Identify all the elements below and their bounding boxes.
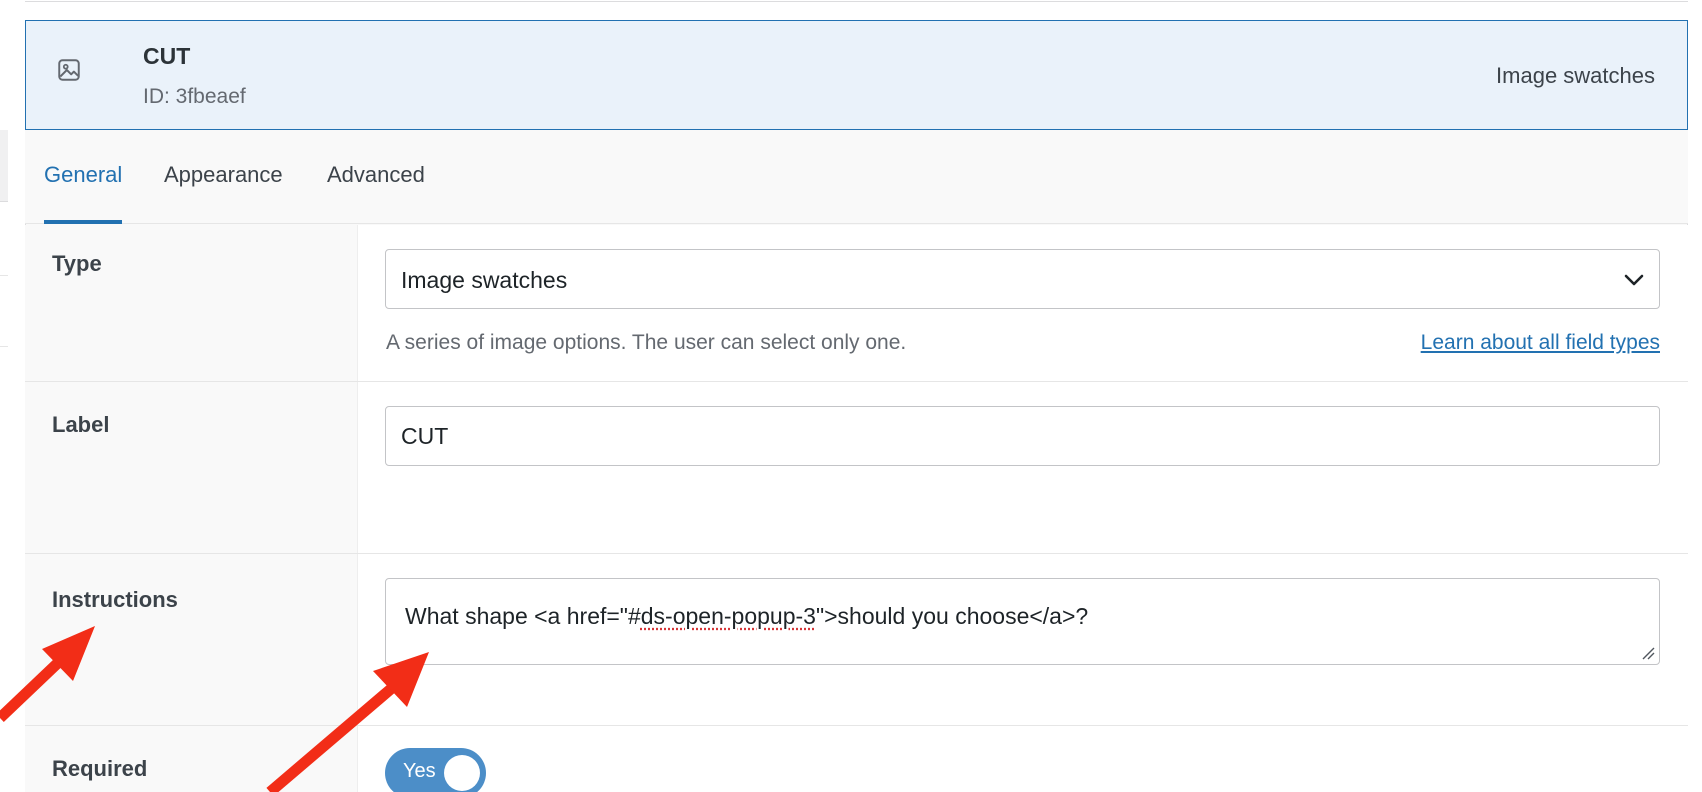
- field-type-select-value: Image swatches: [401, 267, 568, 293]
- required-row-label-cell: Required: [25, 726, 358, 792]
- instructions-textarea[interactable]: What shape <a href="#ds-open-popup-3">sh…: [385, 578, 1660, 665]
- type-row: Type Image swatches A series of image op…: [25, 225, 1688, 382]
- learn-field-types-link[interactable]: Learn about all field types: [1421, 331, 1660, 355]
- field-type-label: Image swatches: [1496, 63, 1655, 88]
- tab-general[interactable]: General: [44, 162, 123, 224]
- instructions-row: Instructions What shape <a href="#ds-ope…: [25, 554, 1688, 726]
- field-header[interactable]: CUT ID: 3fbeaef Image swatches: [25, 20, 1688, 130]
- resize-handle-icon[interactable]: [1641, 646, 1655, 660]
- type-row-body: Image swatches A series of image options…: [358, 225, 1688, 381]
- required-toggle[interactable]: Yes: [385, 748, 486, 792]
- required-row: Required Yes: [25, 726, 1688, 792]
- label-row-label-cell: Label: [25, 382, 358, 553]
- instructions-text-end: ">should you choose</a>?: [815, 603, 1089, 629]
- tab-advanced[interactable]: Advanced: [327, 162, 425, 224]
- admin-edge-strip: [0, 130, 8, 202]
- field-settings-screen: CUT ID: 3fbeaef Image swatches General A…: [0, 0, 1702, 792]
- field-type-help: A series of image options. The user can …: [386, 331, 907, 354]
- admin-edge-strip: [0, 275, 8, 347]
- instructions-text: What shape <a href="#ds-open-popup-3">sh…: [405, 603, 1088, 630]
- instructions-row-body: What shape <a href="#ds-open-popup-3">sh…: [358, 554, 1688, 725]
- field-id: ID: 3fbeaef: [143, 85, 246, 108]
- instructions-row-label-cell: Instructions: [25, 554, 358, 725]
- top-divider: [25, 0, 1688, 2]
- instructions-text-start: What shape <a href="#: [405, 603, 641, 629]
- misspelled-word: ds-open-popup-3: [640, 603, 816, 629]
- label-row: Label CUT: [25, 382, 1688, 554]
- label-label: Label: [52, 412, 110, 437]
- image-icon: [58, 59, 80, 81]
- tab-appearance[interactable]: Appearance: [164, 162, 283, 224]
- type-label: Type: [52, 251, 102, 276]
- chevron-down-icon: [1624, 274, 1644, 286]
- toggle-knob: [444, 755, 480, 791]
- instructions-label: Instructions: [52, 587, 178, 612]
- required-row-body: Yes: [358, 726, 1688, 792]
- label-row-body: CUT: [358, 382, 1688, 553]
- field-type-select[interactable]: Image swatches: [385, 249, 1660, 309]
- required-toggle-label: Yes: [403, 760, 436, 782]
- settings-tabs: General Appearance Advanced: [25, 130, 1688, 224]
- required-label: Required: [52, 756, 148, 781]
- field-title: CUT: [143, 43, 191, 69]
- type-row-label-cell: Type: [25, 225, 358, 381]
- label-input[interactable]: CUT: [385, 406, 1660, 466]
